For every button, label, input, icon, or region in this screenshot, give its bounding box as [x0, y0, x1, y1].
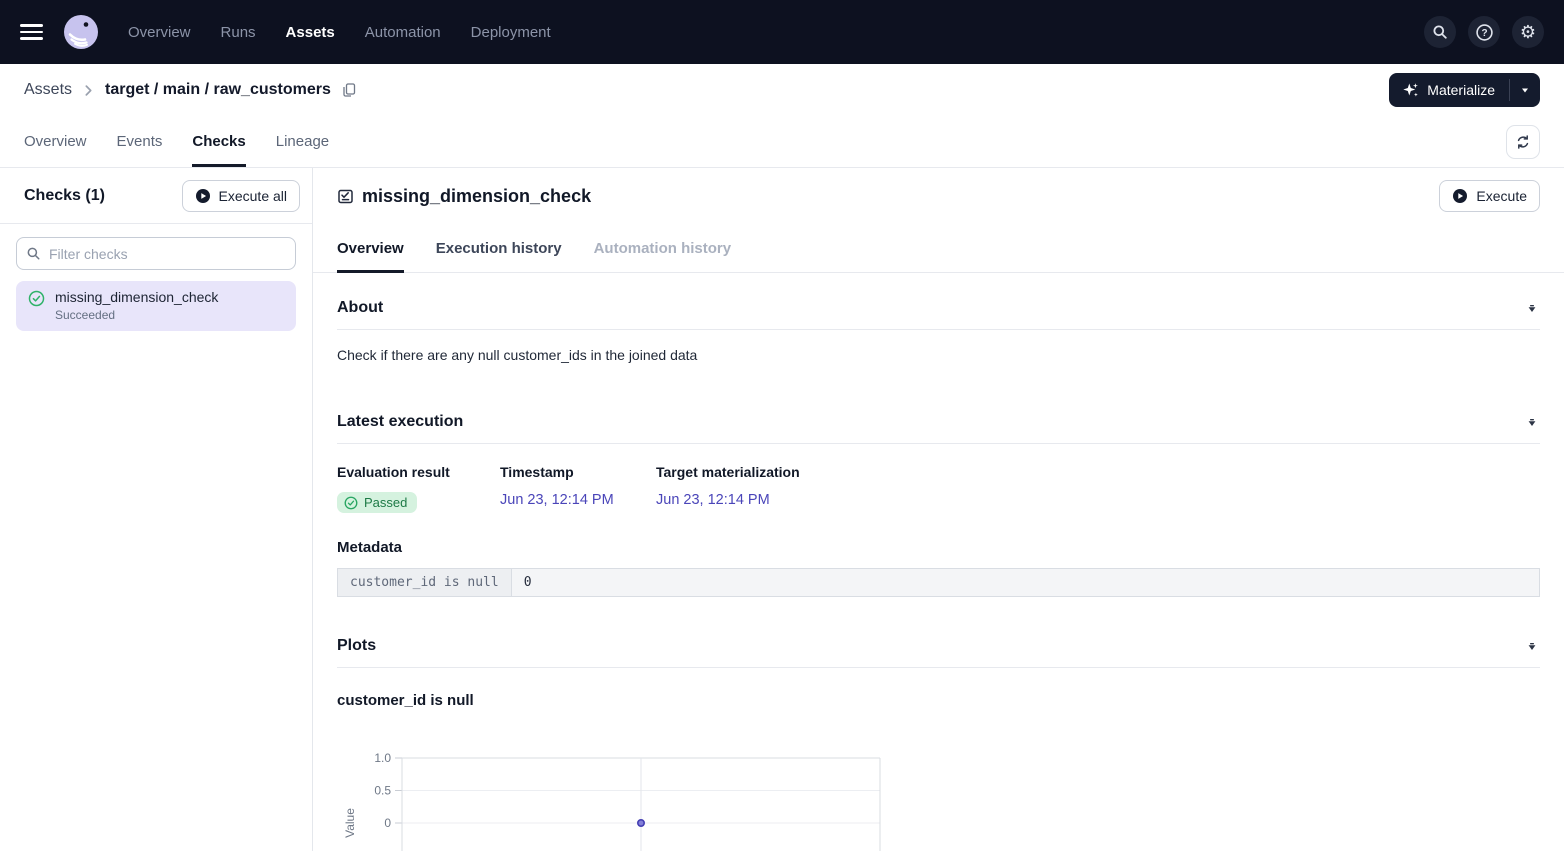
- refresh-button[interactable]: [1506, 125, 1540, 159]
- materialize-label: Materialize: [1427, 82, 1495, 98]
- collapse-caret-icon: [1526, 302, 1538, 314]
- play-circle-icon: [195, 188, 211, 204]
- passed-status-badge: Passed: [337, 492, 417, 513]
- execute-label: Execute: [1476, 188, 1527, 204]
- primary-nav: Overview Runs Assets Automation Deployme…: [128, 24, 551, 41]
- metadata-value: 0: [511, 569, 1539, 597]
- filter-checks-input[interactable]: [16, 237, 296, 270]
- svg-text:1.0: 1.0: [374, 751, 391, 765]
- metadata-table: customer_id is null 0: [337, 568, 1540, 597]
- value-plot: 1.00.50-0.5-1.0Jun 23, 12:14 PMJun 23, 1…: [337, 745, 949, 851]
- passed-label: Passed: [364, 495, 407, 510]
- metadata-heading: Metadata: [337, 539, 1540, 556]
- detail-tab-execution-history[interactable]: Execution history: [436, 224, 562, 272]
- value-plot-wrap: 1.00.50-0.5-1.0Jun 23, 12:14 PMJun 23, 1…: [337, 745, 1540, 851]
- check-detail-content: About Check if there are any null custom…: [313, 273, 1564, 851]
- octopus-logo-icon: [62, 13, 100, 51]
- check-circle-icon: [344, 496, 358, 510]
- tab-lineage[interactable]: Lineage: [276, 116, 329, 167]
- checks-count-title: Checks (1): [24, 187, 105, 205]
- help-button[interactable]: ?: [1468, 16, 1500, 48]
- target-materialization-header: Target materialization: [656, 464, 800, 480]
- tab-events[interactable]: Events: [117, 116, 163, 167]
- search-icon: [1432, 24, 1448, 40]
- svg-text:?: ?: [1481, 28, 1487, 39]
- materialize-dropdown-button[interactable]: [1510, 73, 1540, 107]
- check-description: Check if there are any null customer_ids…: [337, 347, 1540, 363]
- nav-assets[interactable]: Assets: [286, 24, 335, 41]
- plots-section-header: Plots: [337, 631, 1540, 668]
- asset-key-path: target / main / raw_customers: [105, 81, 331, 99]
- latest-execution-section-header: Latest execution: [337, 407, 1540, 444]
- plots-heading: Plots: [337, 637, 376, 655]
- menu-icon[interactable]: [20, 20, 48, 44]
- gear-icon: ⚙: [1520, 23, 1536, 41]
- top-nav-actions: ? ⚙: [1424, 16, 1544, 48]
- check-detail-tabs: Overview Execution history Automation hi…: [313, 224, 1564, 273]
- plot-title: customer_id is null: [337, 692, 1540, 709]
- asset-tabs-row: Overview Events Checks Lineage: [0, 116, 1564, 168]
- evaluation-result-header: Evaluation result: [337, 464, 500, 480]
- target-materialization-link[interactable]: Jun 23, 12:14 PM: [656, 492, 800, 508]
- tab-overview[interactable]: Overview: [24, 116, 87, 167]
- check-detail-header: missing_dimension_check Execute: [313, 168, 1564, 224]
- nav-automation[interactable]: Automation: [365, 24, 441, 41]
- caret-down-icon: [1520, 85, 1530, 95]
- collapse-plots-button[interactable]: [1524, 638, 1540, 654]
- svg-text:0: 0: [384, 816, 391, 830]
- checks-sidebar-header: Checks (1) Execute all: [0, 168, 312, 224]
- play-circle-icon: [1452, 188, 1468, 204]
- checks-sidebar: Checks (1) Execute all missing_dimension: [0, 168, 313, 851]
- check-detail-panel: missing_dimension_check Execute Overview…: [313, 168, 1564, 851]
- nav-deployment[interactable]: Deployment: [471, 24, 551, 41]
- timestamp-header: Timestamp: [500, 464, 656, 480]
- execute-button[interactable]: Execute: [1439, 180, 1540, 212]
- detail-tab-automation-history[interactable]: Automation history: [594, 224, 732, 272]
- check-list-item[interactable]: missing_dimension_check Succeeded: [16, 281, 296, 331]
- settings-button[interactable]: ⚙: [1512, 16, 1544, 48]
- nav-overview[interactable]: Overview: [128, 24, 191, 41]
- about-heading: About: [337, 299, 383, 317]
- check-title: missing_dimension_check: [362, 186, 591, 207]
- execute-all-label: Execute all: [219, 188, 287, 204]
- copy-icon: [341, 82, 357, 98]
- detail-tab-overview[interactable]: Overview: [337, 224, 404, 272]
- latest-execution-heading: Latest execution: [337, 413, 463, 431]
- check-task-icon: [337, 188, 354, 205]
- collapse-caret-icon: [1526, 640, 1538, 652]
- refresh-icon: [1515, 134, 1531, 150]
- check-success-icon: [28, 290, 45, 322]
- dagster-logo[interactable]: [62, 13, 100, 51]
- collapse-about-button[interactable]: [1524, 300, 1540, 316]
- latest-execution-grid: Evaluation result Passed Timestamp Jun 2…: [337, 464, 1540, 513]
- metadata-row: customer_id is null 0: [338, 569, 1540, 597]
- help-icon: ?: [1475, 23, 1494, 42]
- breadcrumb-row: Assets target / main / raw_customers Mat…: [0, 64, 1564, 116]
- svg-text:Value: Value: [343, 808, 357, 838]
- materialize-split-button: Materialize: [1389, 73, 1540, 107]
- check-item-name: missing_dimension_check: [55, 289, 218, 305]
- chevron-right-icon: [82, 84, 95, 97]
- tab-checks[interactable]: Checks: [192, 116, 245, 167]
- collapse-caret-icon: [1526, 416, 1538, 428]
- filter-checks-wrap: [16, 237, 296, 270]
- copy-button[interactable]: [341, 82, 357, 98]
- execute-all-button[interactable]: Execute all: [182, 180, 300, 212]
- check-item-status: Succeeded: [55, 308, 218, 322]
- materialize-button[interactable]: Materialize: [1389, 73, 1509, 107]
- about-section-header: About: [337, 293, 1540, 330]
- sparkle-icon: [1403, 82, 1419, 98]
- top-nav: Overview Runs Assets Automation Deployme…: [0, 0, 1564, 64]
- breadcrumb-assets-link[interactable]: Assets: [24, 81, 72, 99]
- search-icon: [26, 246, 41, 266]
- collapse-latest-execution-button[interactable]: [1524, 414, 1540, 430]
- metadata-key: customer_id is null: [338, 569, 512, 597]
- search-button[interactable]: [1424, 16, 1456, 48]
- timestamp-link[interactable]: Jun 23, 12:14 PM: [500, 492, 656, 508]
- nav-runs[interactable]: Runs: [221, 24, 256, 41]
- svg-text:0.5: 0.5: [374, 784, 391, 798]
